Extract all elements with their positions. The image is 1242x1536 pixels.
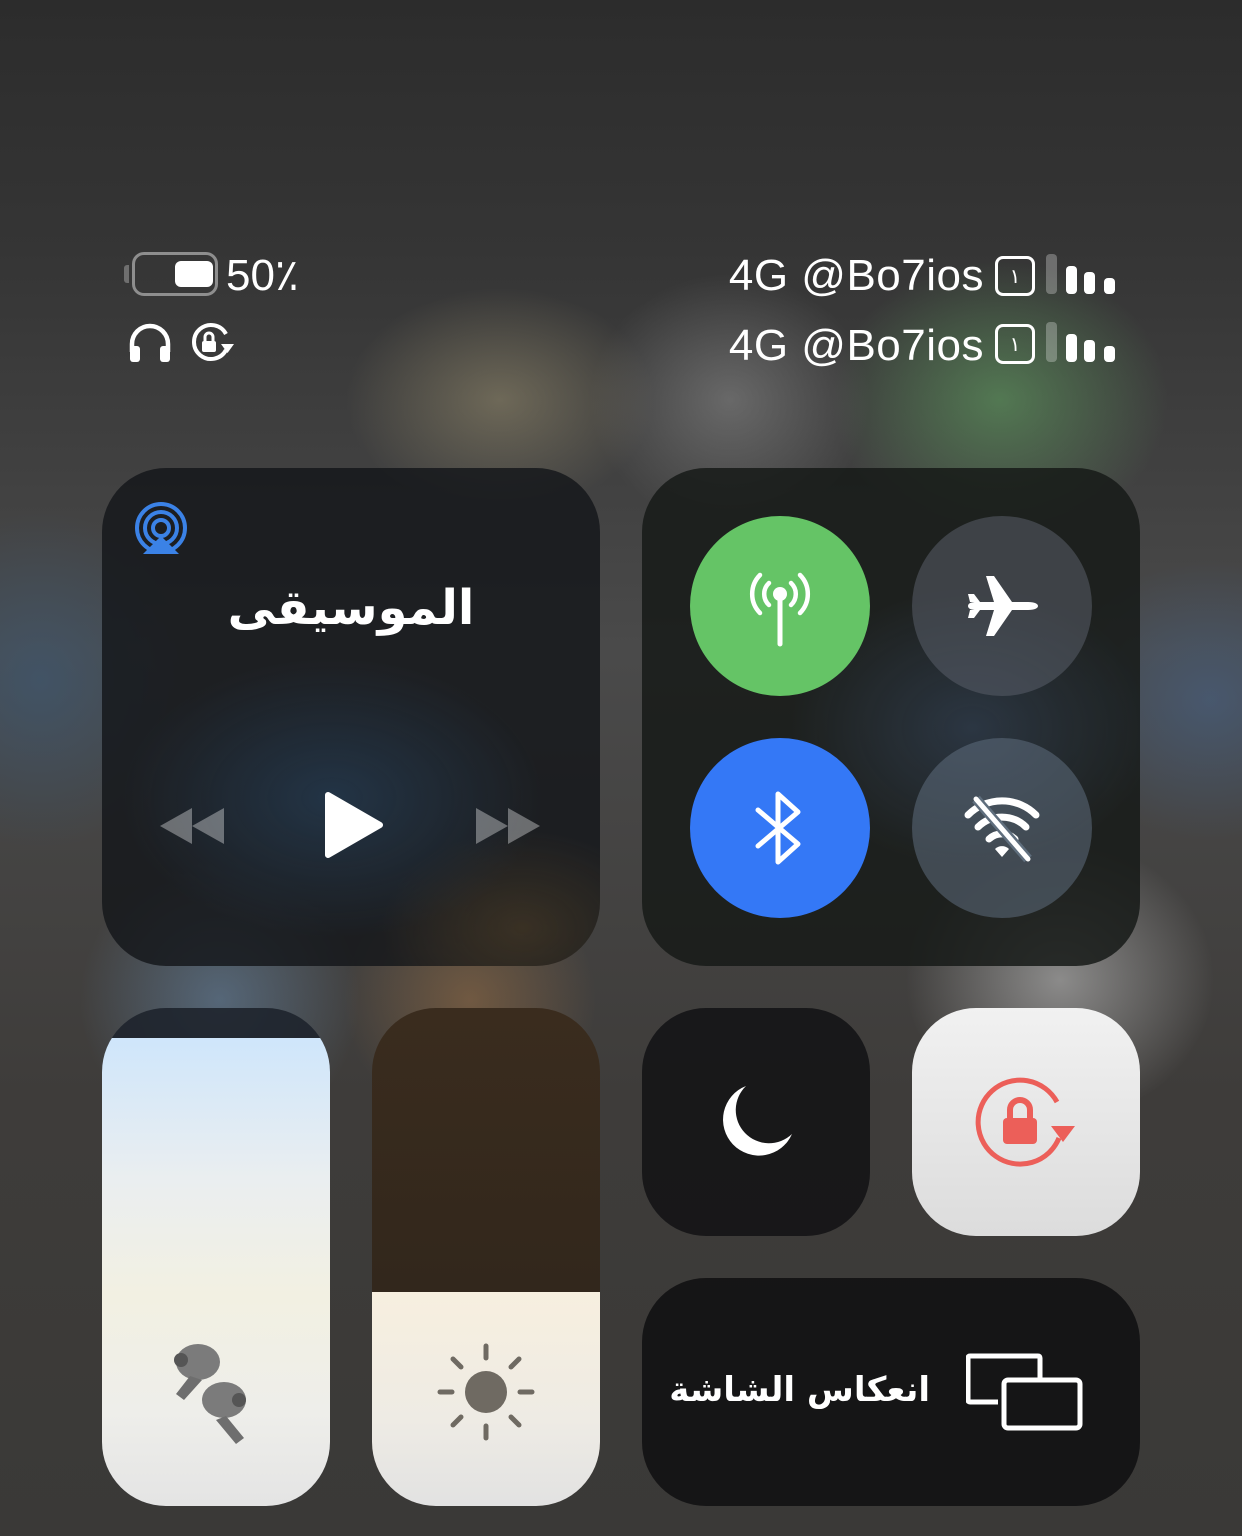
now-playing-tile[interactable]: الموسيقى (102, 468, 600, 966)
wifi-toggle[interactable] (912, 738, 1092, 918)
airplane-icon (968, 576, 1038, 636)
battery-fill (175, 261, 213, 287)
battery-percent: 50٪ (226, 251, 299, 300)
airpods-pro-icon (174, 1344, 246, 1444)
play-icon[interactable] (324, 791, 384, 859)
orientation-lock-toggle[interactable] (912, 1008, 1140, 1236)
bluetooth-icon (755, 791, 801, 865)
battery-indicator (124, 252, 220, 296)
battery-nub (124, 265, 129, 283)
airplane-mode-toggle[interactable] (912, 516, 1092, 696)
cellular-antenna-icon (749, 572, 811, 647)
orientation-lock-icon (975, 1077, 1075, 1167)
screen-mirroring-button[interactable]: انعكاس الشاشة (642, 1278, 1140, 1506)
wifi-off-icon (964, 795, 1040, 863)
volume-slider[interactable] (102, 1008, 330, 1506)
signal-strength-icon (1046, 254, 1118, 294)
moon-icon (723, 1086, 792, 1156)
sim-badge-1: ١ (995, 256, 1035, 296)
brightness-slider[interactable] (372, 1008, 600, 1506)
fast-forward-icon[interactable] (474, 806, 542, 846)
do-not-disturb-toggle[interactable] (642, 1008, 870, 1236)
sun-icon (437, 1343, 535, 1441)
music-title: الموسيقى (227, 580, 475, 636)
airplay-icon[interactable] (132, 502, 190, 556)
screen-mirroring-label: انعكاس الشاشة (669, 1370, 930, 1410)
cellular-data-toggle[interactable] (690, 516, 870, 696)
bluetooth-toggle[interactable] (690, 738, 870, 918)
connectivity-tile (642, 468, 1140, 966)
signal-strength-icon (1046, 322, 1118, 362)
rewind-icon[interactable] (158, 806, 226, 846)
sim-badge-2: ١ (995, 324, 1035, 364)
carrier-label-1: 4G @Bo7ios (728, 251, 984, 300)
screen-mirroring-icon (966, 1353, 1083, 1431)
headphones-icon (129, 323, 171, 362)
orientation-lock-icon (192, 323, 234, 361)
carrier-label-2: 4G @Bo7ios (728, 321, 984, 370)
